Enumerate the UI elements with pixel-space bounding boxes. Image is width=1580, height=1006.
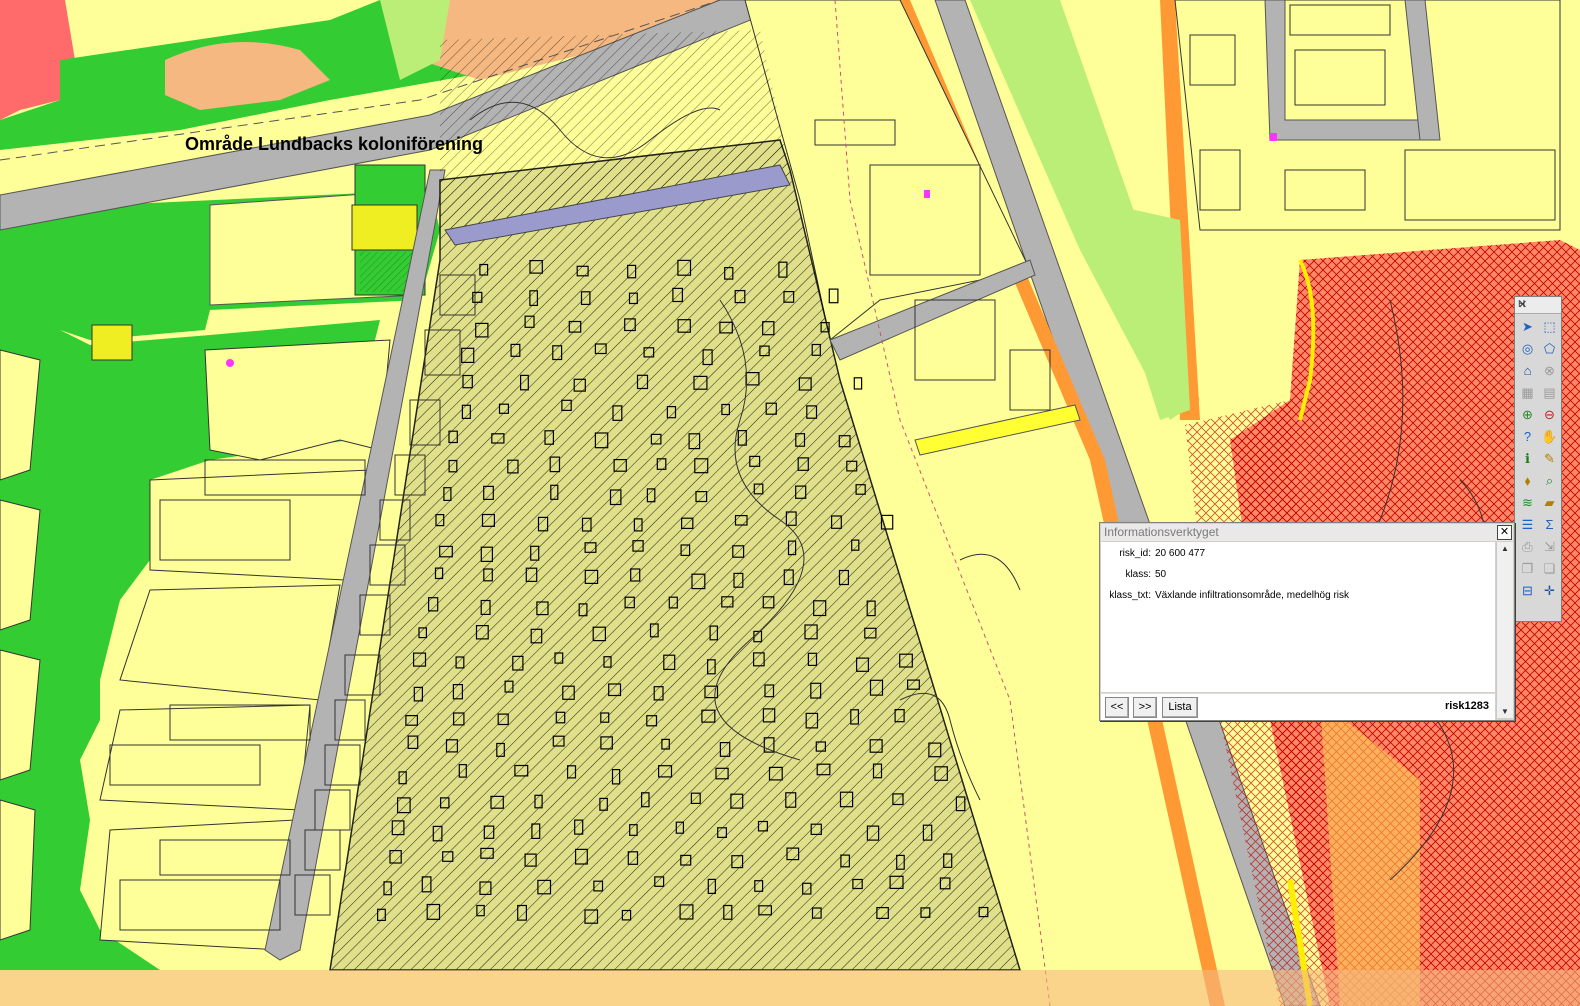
- field-key: klass:: [1125, 569, 1151, 580]
- field-row-klass: klass: 50: [1101, 569, 1495, 583]
- toolbar-close-icon[interactable]: ✕: [1518, 297, 1558, 313]
- layer-filter-icon[interactable]: ▤: [1540, 383, 1559, 402]
- map-toolbar: H ✕ ➤ ⬚ ◎ ⬠ ⌂ ⊗ ▦ ▤ ⊕ ⊖? ✋ ℹ ✎ ⬧ ⌕ ≋ ▰ ☰ Σ ⎙ ⇲ ❐ ❏ ⊟ ✛: [1514, 296, 1562, 622]
- ruler-icon[interactable]: ▰: [1540, 493, 1559, 512]
- info-window-title[interactable]: Informationsverktyget: [1101, 524, 1513, 541]
- select-arrow-icon[interactable]: ➤: [1518, 317, 1537, 336]
- next-button[interactable]: >>: [1133, 697, 1157, 718]
- zoom-in-icon[interactable]: ⊕: [1518, 405, 1537, 424]
- select-polygon-icon[interactable]: ⬠: [1540, 339, 1559, 358]
- block: [119, 584, 341, 701]
- select-box-icon[interactable]: ⬚: [1540, 317, 1559, 336]
- close-icon[interactable]: ✕: [1497, 525, 1512, 540]
- edit-pen-icon[interactable]: ✎: [1540, 449, 1559, 468]
- info-scrollbar[interactable]: ▲ ▼: [1496, 542, 1513, 718]
- disabled-tool-icon[interactable]: ⊗: [1540, 361, 1559, 380]
- info-footer: << >> Lista risk1283: [1101, 693, 1495, 720]
- field-key: klass_txt:: [1109, 590, 1151, 601]
- layers-icon[interactable]: ≋: [1518, 493, 1537, 512]
- legend-icon[interactable]: ☰: [1518, 515, 1537, 534]
- search-map-icon[interactable]: ⌕: [1540, 471, 1559, 490]
- info-window: Informationsverktyget ✕ risk_id: 20 600 …: [1099, 522, 1515, 721]
- block: [149, 469, 371, 581]
- area-label: Område Lundbacks koloniförening: [185, 134, 484, 154]
- home-icon[interactable]: ⌂: [1518, 361, 1537, 380]
- zoom-query-icon[interactable]: ?: [1518, 427, 1537, 446]
- sum-icon[interactable]: Σ: [1540, 515, 1559, 534]
- info-fields: risk_id: 20 600 477 klass: 50 klass_txt:…: [1101, 542, 1495, 692]
- block: [99, 704, 311, 811]
- field-value: Växlande infiltrationsområde, medelhög r…: [1155, 590, 1349, 601]
- prev-button[interactable]: <<: [1105, 697, 1129, 718]
- scroll-down-icon[interactable]: ▼: [1497, 705, 1513, 718]
- field-row-risk-id: risk_id: 20 600 477: [1101, 548, 1495, 562]
- scroll-up-icon[interactable]: ▲: [1497, 542, 1513, 555]
- crosshair-icon[interactable]: ✛: [1540, 581, 1559, 600]
- pan-hand-icon[interactable]: ✋: [1540, 427, 1559, 446]
- paste-icon[interactable]: ❏: [1540, 559, 1559, 578]
- record-id: risk1283: [1444, 700, 1489, 712]
- export-icon[interactable]: ⇲: [1540, 537, 1559, 556]
- list-button[interactable]: Lista: [1162, 697, 1198, 718]
- scale-icon[interactable]: ⊟: [1518, 581, 1537, 600]
- info-icon[interactable]: ℹ: [1518, 449, 1537, 468]
- field-row-klass-txt: klass_txt: Växlande infiltrationsområde,…: [1101, 590, 1495, 604]
- field-value: 50: [1155, 569, 1167, 580]
- print-icon[interactable]: ⎙: [1518, 537, 1537, 556]
- field-value: 20 600 477: [1155, 548, 1206, 559]
- field-key: risk_id:: [1119, 548, 1151, 559]
- zoom-out-icon[interactable]: ⊖: [1540, 405, 1559, 424]
- tag-icon[interactable]: ⬧: [1518, 471, 1537, 490]
- block: [204, 339, 391, 461]
- select-circle-icon[interactable]: ◎: [1518, 339, 1537, 358]
- buffer-icon[interactable]: ▦: [1518, 383, 1537, 402]
- toolbar-titlebar[interactable]: H ✕: [1515, 297, 1561, 314]
- copy-icon[interactable]: ❐: [1518, 559, 1537, 578]
